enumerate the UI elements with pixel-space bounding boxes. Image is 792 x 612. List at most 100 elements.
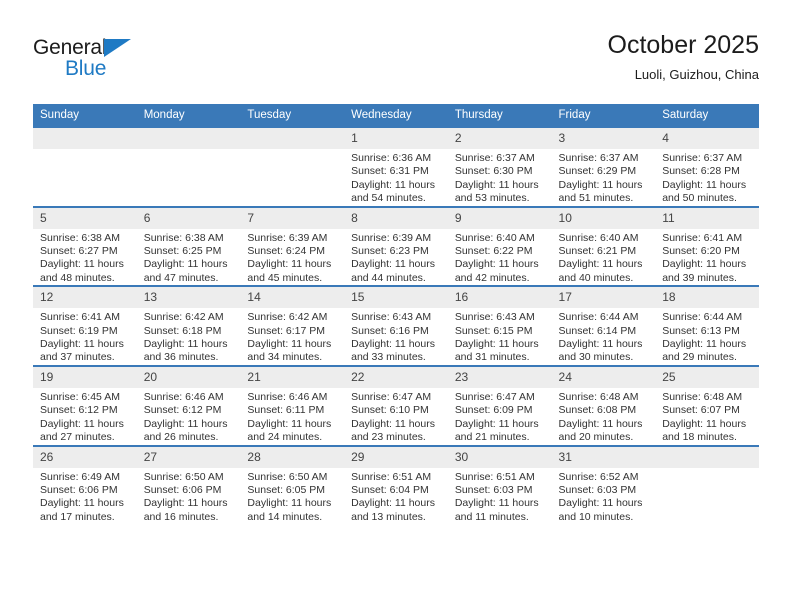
title-block: October 2025 Luoli, Guizhou, China bbox=[608, 30, 760, 85]
weekday-header-monday: Monday bbox=[136, 104, 241, 127]
day-cell-empty bbox=[136, 126, 241, 207]
day-cell[interactable]: 7 Sunrise: 6:39 AM Sunset: 6:24 PM Daylight… bbox=[240, 205, 345, 287]
day-number bbox=[240, 128, 345, 149]
day-cell[interactable]: 28 Sunrise: 6:50 AM Sunset: 6:05 PM Dayligh… bbox=[240, 444, 345, 525]
daylight-line-1: Daylight: 11 hours bbox=[558, 258, 643, 271]
daylight-line-2: and 20 minutes. bbox=[558, 431, 634, 444]
daylight-line-2: and 53 minutes. bbox=[454, 192, 530, 205]
day-cell[interactable]: 13 Sunrise: 6:42 AM Sunset: 6:18 PM Dayligh… bbox=[136, 285, 241, 366]
day-details: Sunrise: 6:50 AM Sunset: 6:06 PM Daylight:… bbox=[137, 468, 241, 525]
day-number: 7 bbox=[240, 207, 345, 229]
daylight-line-1: Daylight: 11 hours bbox=[662, 258, 747, 271]
day-cell[interactable]: 22 Sunrise: 6:47 AM Sunset: 6:10 PM Dayligh… bbox=[344, 364, 448, 446]
sunrise-time: Sunrise: 6:46 AM bbox=[143, 390, 224, 403]
day-cell[interactable]: 12 Sunrise: 6:41 AM Sunset: 6:19 PM Dayligh… bbox=[33, 285, 137, 366]
day-cell-empty bbox=[240, 126, 345, 207]
sunset-time: Sunset: 6:24 PM bbox=[247, 245, 326, 258]
day-cell[interactable]: 30 Sunrise: 6:51 AM Sunset: 6:03 PM Dayligh… bbox=[447, 444, 552, 525]
sunrise-time: Sunrise: 6:43 AM bbox=[454, 311, 535, 324]
daylight-line-1: Daylight: 11 hours bbox=[662, 417, 747, 430]
daylight-line-1: Daylight: 11 hours bbox=[351, 417, 435, 430]
day-number: 9 bbox=[447, 207, 552, 229]
page-title: October 2025 bbox=[607, 31, 760, 59]
sunset-time: Sunset: 6:19 PM bbox=[40, 324, 118, 337]
daylight-line-1: Daylight: 11 hours bbox=[40, 497, 124, 510]
day-cell[interactable]: 27 Sunrise: 6:50 AM Sunset: 6:06 PM Dayligh… bbox=[136, 444, 241, 525]
daylight-line-2: and 14 minutes. bbox=[247, 510, 323, 523]
day-details: Sunrise: 6:40 AM Sunset: 6:21 PM Daylight:… bbox=[552, 229, 656, 286]
day-cell[interactable]: 16 Sunrise: 6:43 AM Sunset: 6:15 PM Dayligh… bbox=[447, 285, 552, 366]
sunrise-time: Sunrise: 6:47 AM bbox=[454, 390, 535, 403]
daylight-line-1: Daylight: 11 hours bbox=[40, 338, 124, 351]
day-details: Sunrise: 6:45 AM Sunset: 6:12 PM Daylight:… bbox=[33, 388, 137, 445]
day-cell[interactable]: 20 Sunrise: 6:46 AM Sunset: 6:12 PM Dayligh… bbox=[136, 364, 241, 446]
daylight-line-2: and 48 minutes. bbox=[40, 271, 115, 284]
day-cell[interactable]: 11 Sunrise: 6:41 AM Sunset: 6:20 PM Dayligh… bbox=[655, 205, 759, 287]
weekday-header-sunday: Sunday bbox=[33, 104, 137, 127]
day-number: 20 bbox=[136, 366, 241, 388]
day-number: 21 bbox=[240, 366, 345, 388]
day-details: Sunrise: 6:44 AM Sunset: 6:14 PM Daylight:… bbox=[552, 308, 656, 365]
day-cell[interactable]: 14 Sunrise: 6:42 AM Sunset: 6:17 PM Dayligh… bbox=[240, 285, 345, 366]
day-cell[interactable]: 10 Sunrise: 6:40 AM Sunset: 6:21 PM Dayligh… bbox=[551, 205, 656, 287]
day-details: Sunrise: 6:46 AM Sunset: 6:11 PM Daylight:… bbox=[240, 388, 344, 445]
day-cell[interactable]: 5 Sunrise: 6:38 AM Sunset: 6:27 PM Daylight… bbox=[33, 205, 137, 287]
day-number: 11 bbox=[655, 207, 759, 229]
week-row: 26 Sunrise: 6:49 AM Sunset: 6:06 PM Dayligh… bbox=[33, 444, 759, 525]
day-cell[interactable]: 15 Sunrise: 6:43 AM Sunset: 6:16 PM Dayligh… bbox=[344, 285, 448, 366]
day-cell-empty bbox=[33, 126, 137, 207]
day-details: Sunrise: 6:43 AM Sunset: 6:16 PM Daylight:… bbox=[344, 308, 448, 365]
daylight-line-1: Daylight: 11 hours bbox=[558, 417, 643, 430]
day-number bbox=[655, 446, 759, 468]
day-number: 25 bbox=[655, 366, 759, 388]
sunrise-time: Sunrise: 6:45 AM bbox=[40, 390, 120, 403]
day-cell[interactable]: 24 Sunrise: 6:48 AM Sunset: 6:08 PM Dayligh… bbox=[551, 364, 656, 446]
day-details: Sunrise: 6:48 AM Sunset: 6:07 PM Daylight:… bbox=[655, 388, 759, 445]
day-cell[interactable]: 19 Sunrise: 6:45 AM Sunset: 6:12 PM Dayligh… bbox=[33, 364, 137, 446]
sunrise-time: Sunrise: 6:38 AM bbox=[40, 231, 120, 244]
day-cell[interactable]: 1 Sunrise: 6:36 AM Sunset: 6:31 PM Daylight… bbox=[344, 126, 448, 207]
day-cell[interactable]: 2 Sunrise: 6:37 AM Sunset: 6:30 PM Daylight… bbox=[447, 126, 552, 207]
day-details: Sunrise: 6:40 AM Sunset: 6:22 PM Daylight:… bbox=[448, 229, 552, 286]
day-details: Sunrise: 6:38 AM Sunset: 6:25 PM Daylight:… bbox=[137, 229, 241, 286]
sunrise-time: Sunrise: 6:42 AM bbox=[143, 311, 224, 324]
day-cell[interactable]: 21 Sunrise: 6:46 AM Sunset: 6:11 PM Dayligh… bbox=[240, 364, 345, 446]
sunset-time: Sunset: 6:09 PM bbox=[454, 404, 533, 417]
daylight-line-2: and 31 minutes. bbox=[454, 351, 530, 364]
day-cell[interactable]: 23 Sunrise: 6:47 AM Sunset: 6:09 PM Dayligh… bbox=[447, 364, 552, 446]
daylight-line-2: and 44 minutes. bbox=[351, 271, 426, 284]
day-cell[interactable]: 17 Sunrise: 6:44 AM Sunset: 6:14 PM Dayligh… bbox=[551, 285, 656, 366]
week-row: 19 Sunrise: 6:45 AM Sunset: 6:12 PM Dayligh… bbox=[33, 364, 759, 446]
day-cell[interactable]: 26 Sunrise: 6:49 AM Sunset: 6:06 PM Dayligh… bbox=[33, 444, 137, 525]
weekday-header-row: Sunday Monday Tuesday Wednesday Thursday Frid… bbox=[33, 104, 759, 127]
sunset-time: Sunset: 6:25 PM bbox=[143, 245, 222, 258]
daylight-line-2: and 47 minutes. bbox=[143, 271, 219, 284]
day-cell[interactable]: 25 Sunrise: 6:48 AM Sunset: 6:07 PM Dayligh… bbox=[655, 364, 759, 446]
daylight-line-2: and 24 minutes. bbox=[247, 431, 323, 444]
day-cell[interactable]: 9 Sunrise: 6:40 AM Sunset: 6:22 PM Daylight… bbox=[447, 205, 552, 287]
day-cell[interactable]: 6 Sunrise: 6:38 AM Sunset: 6:25 PM Daylight… bbox=[136, 205, 241, 287]
day-cell[interactable]: 4 Sunrise: 6:37 AM Sunset: 6:28 PM Daylight… bbox=[655, 126, 759, 207]
day-number bbox=[33, 128, 137, 149]
sunset-time: Sunset: 6:31 PM bbox=[351, 165, 429, 178]
sunset-time: Sunset: 6:11 PM bbox=[247, 404, 325, 417]
sunset-time: Sunset: 6:12 PM bbox=[40, 404, 118, 417]
daylight-line-2: and 37 minutes. bbox=[40, 351, 115, 364]
sunrise-time: Sunrise: 6:44 AM bbox=[558, 311, 639, 324]
day-cell[interactable]: 18 Sunrise: 6:44 AM Sunset: 6:13 PM Dayligh… bbox=[655, 285, 759, 366]
day-details: Sunrise: 6:41 AM Sunset: 6:19 PM Daylight:… bbox=[33, 308, 137, 365]
day-number: 17 bbox=[551, 287, 656, 309]
day-details: Sunrise: 6:47 AM Sunset: 6:10 PM Daylight:… bbox=[344, 388, 448, 445]
day-number: 14 bbox=[240, 287, 345, 309]
generalblue-logo[interactable]: General Blue bbox=[33, 36, 153, 84]
day-details: Sunrise: 6:36 AM Sunset: 6:31 PM Daylight:… bbox=[344, 149, 448, 206]
day-cell[interactable]: 31 Sunrise: 6:52 AM Sunset: 6:03 PM Dayligh… bbox=[551, 444, 656, 525]
day-details: Sunrise: 6:37 AM Sunset: 6:30 PM Daylight:… bbox=[448, 149, 552, 206]
day-cell[interactable]: 3 Sunrise: 6:37 AM Sunset: 6:29 PM Daylight… bbox=[551, 126, 656, 207]
day-number: 18 bbox=[655, 287, 759, 309]
day-cell[interactable]: 29 Sunrise: 6:51 AM Sunset: 6:04 PM Dayligh… bbox=[344, 444, 448, 525]
weekday-header-wednesday: Wednesday bbox=[344, 104, 448, 127]
day-cell[interactable]: 8 Sunrise: 6:39 AM Sunset: 6:23 PM Daylight… bbox=[344, 205, 448, 287]
sunrise-time: Sunrise: 6:37 AM bbox=[558, 152, 639, 164]
day-details: Sunrise: 6:48 AM Sunset: 6:08 PM Daylight:… bbox=[552, 388, 656, 445]
